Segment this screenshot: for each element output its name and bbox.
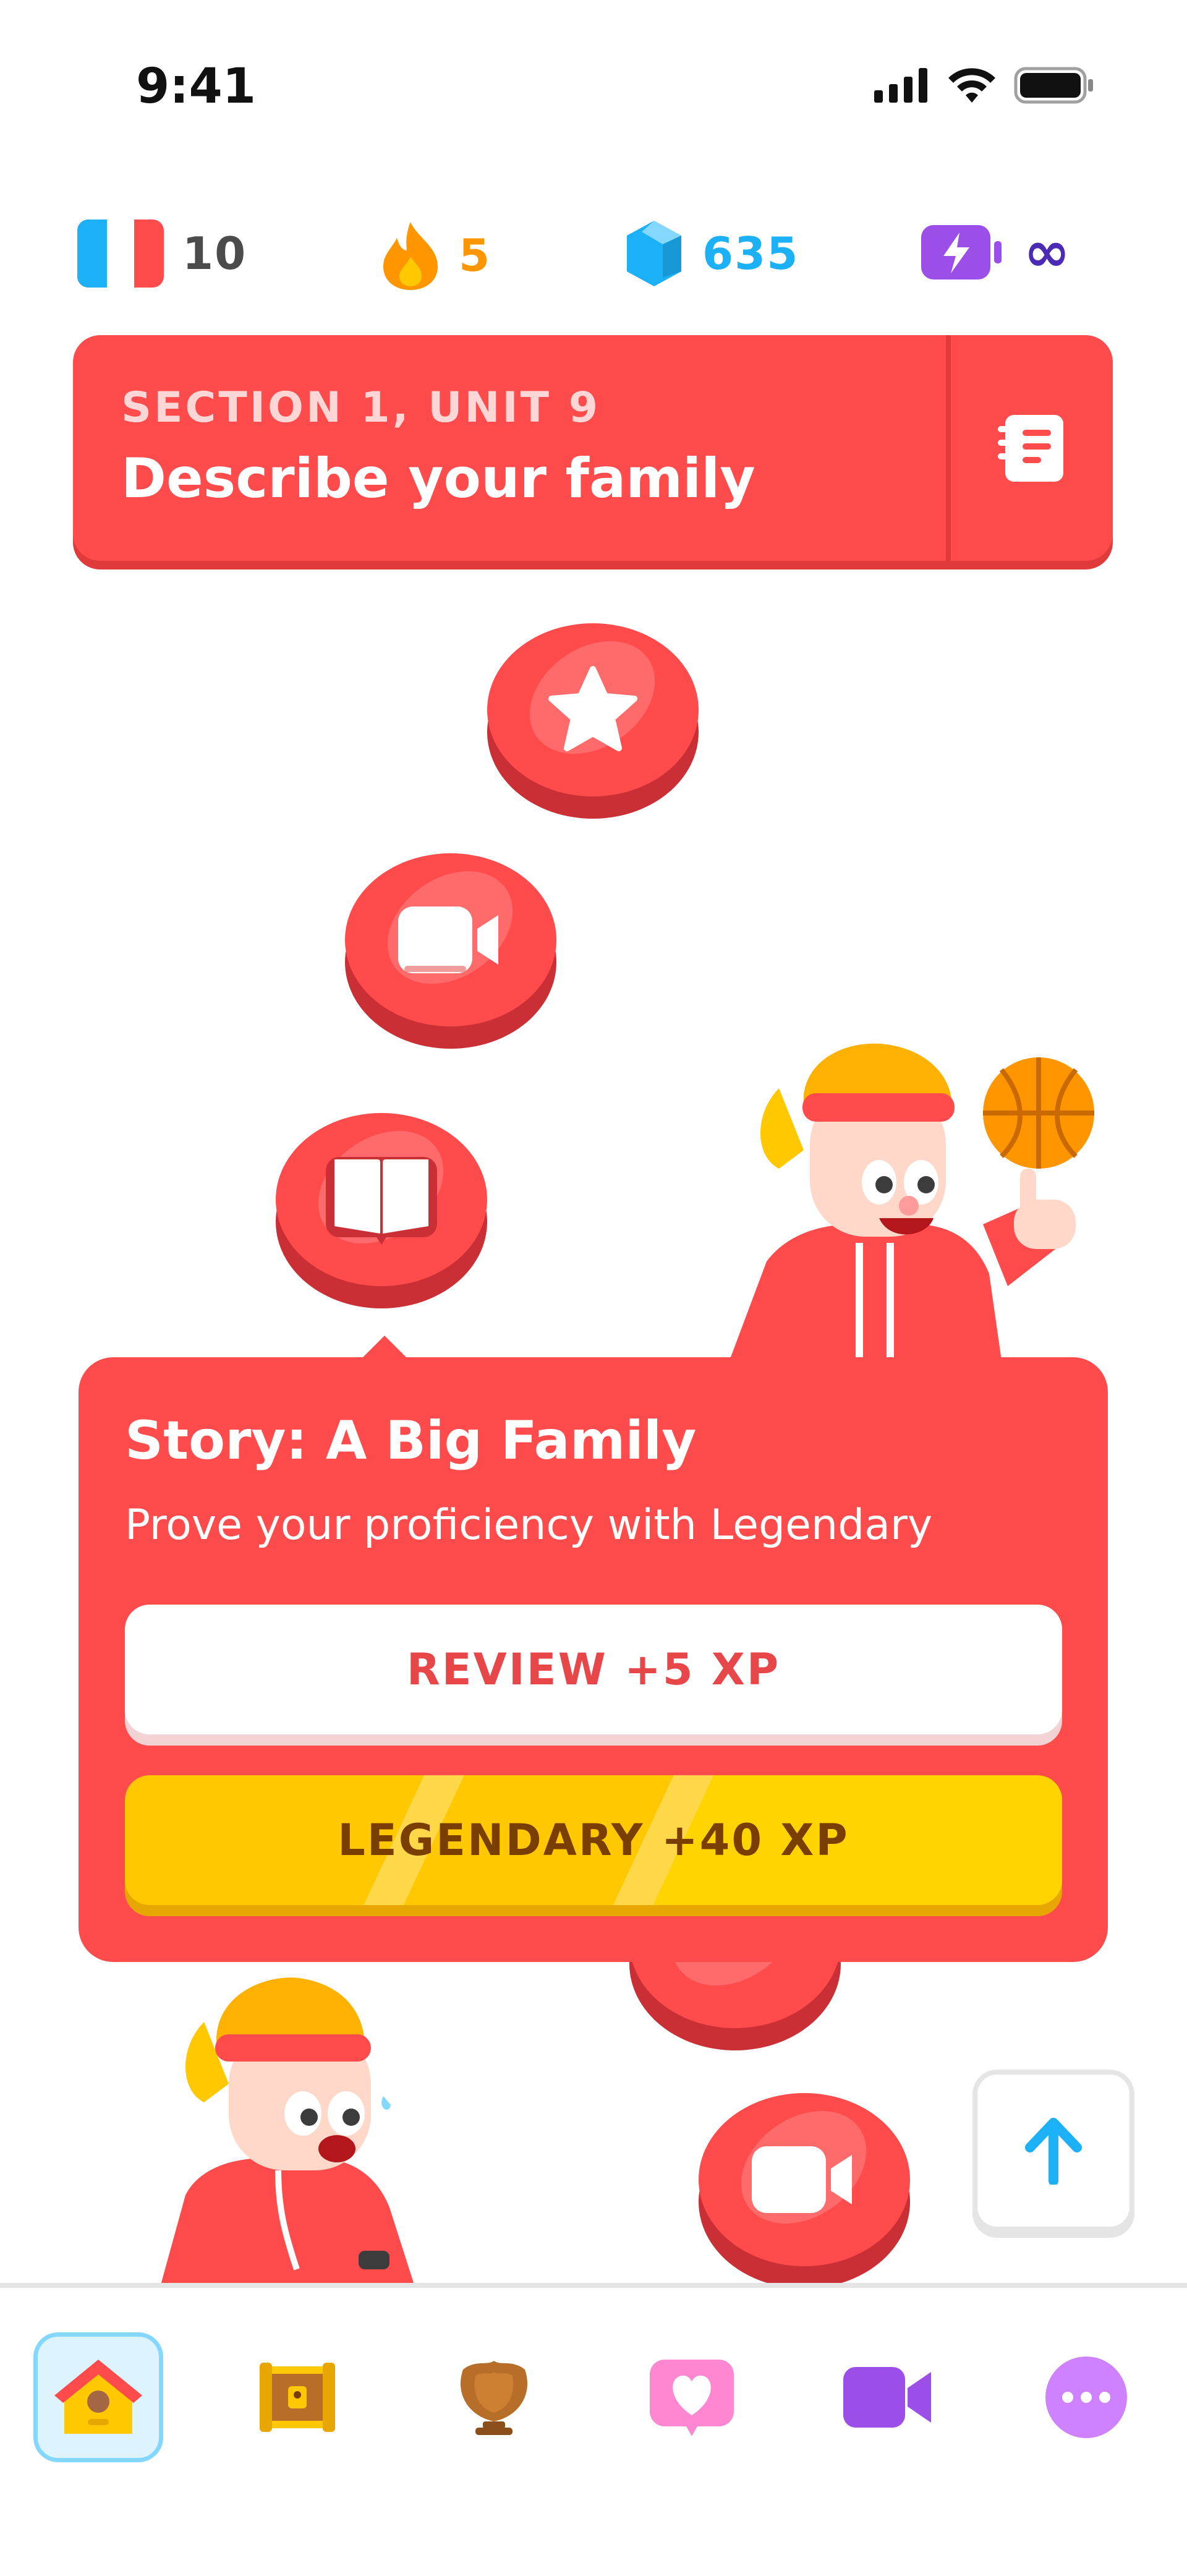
streak-count: 5 bbox=[459, 229, 491, 281]
tab-video[interactable] bbox=[823, 2332, 953, 2462]
book-icon bbox=[326, 1157, 437, 1245]
french-flag-icon bbox=[77, 220, 164, 288]
streak-stat[interactable]: 5 bbox=[381, 220, 491, 291]
bottom-tab-bar bbox=[0, 2283, 1187, 2576]
status-time: 9:41 bbox=[136, 59, 257, 114]
guidebook-button[interactable] bbox=[951, 335, 1113, 561]
video-icon bbox=[398, 906, 498, 973]
energy-stat[interactable]: ∞ bbox=[921, 220, 1071, 284]
gems-count: 635 bbox=[702, 228, 799, 279]
character-bottom-illustration bbox=[161, 1977, 414, 2285]
review-button[interactable]: REVIEW +5 XP bbox=[125, 1605, 1062, 1734]
course-stat[interactable]: 10 bbox=[77, 220, 247, 288]
more-icon bbox=[1045, 2356, 1127, 2438]
tab-leagues[interactable] bbox=[429, 2332, 559, 2462]
signal-icon bbox=[874, 68, 927, 103]
path-node-video-1[interactable] bbox=[345, 853, 556, 1049]
energy-battery-icon bbox=[921, 224, 1002, 279]
scroll-to-top-button[interactable] bbox=[972, 2070, 1134, 2232]
video-icon bbox=[843, 2367, 931, 2428]
unit-title: Describe your family bbox=[121, 446, 755, 510]
legendary-button[interactable]: LEGENDARY +40 XP bbox=[125, 1775, 1062, 1905]
gems-stat[interactable]: 635 bbox=[624, 220, 799, 288]
lesson-popover: Story: A Big Family Prove your proficien… bbox=[79, 1357, 1108, 1962]
heart-icon bbox=[650, 2360, 734, 2436]
star-icon bbox=[548, 666, 637, 751]
gem-icon bbox=[627, 221, 681, 286]
tab-more[interactable] bbox=[1021, 2332, 1151, 2462]
video-icon bbox=[752, 2146, 852, 2213]
unit-divider bbox=[946, 335, 951, 561]
status-icons bbox=[874, 67, 1094, 104]
battery-icon bbox=[1014, 67, 1093, 104]
popover-subtitle: Prove your proficiency with Legendary bbox=[125, 1501, 933, 1550]
house-icon bbox=[54, 2360, 142, 2434]
energy-value: ∞ bbox=[1024, 220, 1071, 284]
chest-icon bbox=[260, 2363, 335, 2432]
popover-pointer bbox=[360, 1336, 409, 1360]
shield-icon bbox=[460, 2361, 528, 2435]
unit-section-label: SECTION 1, UNIT 9 bbox=[121, 383, 601, 432]
path-node-story[interactable] bbox=[276, 1113, 487, 1308]
course-count: 10 bbox=[182, 228, 247, 279]
guidebook-icon bbox=[998, 414, 1063, 482]
popover-title: Story: A Big Family bbox=[125, 1410, 697, 1472]
unit-header[interactable]: SECTION 1, UNIT 9 Describe your family bbox=[73, 335, 1113, 561]
character-basketball-illustration bbox=[730, 1043, 1094, 1360]
path-node-star[interactable] bbox=[487, 623, 699, 819]
arrow-up-icon bbox=[1025, 2118, 1082, 2185]
tab-hearts[interactable] bbox=[627, 2332, 757, 2462]
flame-icon bbox=[383, 222, 438, 290]
wifi-icon bbox=[948, 68, 995, 103]
tab-treasure[interactable] bbox=[232, 2332, 362, 2462]
tab-home[interactable] bbox=[33, 2332, 163, 2462]
path-node-video-2[interactable] bbox=[699, 2093, 910, 2288]
